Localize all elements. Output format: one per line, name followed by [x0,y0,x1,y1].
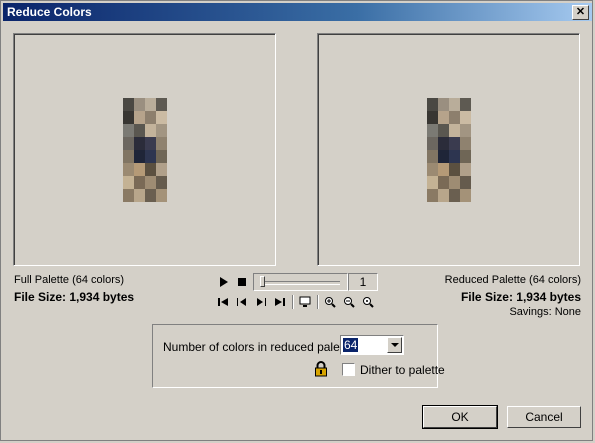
frame-number: 1 [348,273,378,291]
first-frame-button[interactable] [216,295,230,309]
full-palette-label: Full Palette (64 colors) [14,274,125,286]
monitor-icon [299,296,311,307]
slider-track [260,281,340,285]
frame-slider[interactable] [253,273,348,291]
last-frame-icon [275,298,285,306]
preview-monitor-button[interactable] [298,295,312,309]
toolbar-separator [317,295,319,309]
lock-palette-button[interactable] [314,361,328,377]
colors-count-value: 64 [343,338,359,352]
reduced-file-size: File Size: 1,934 bytes [460,290,581,304]
slider-thumb[interactable] [260,276,265,287]
zoom-out-button[interactable] [342,295,356,309]
stop-icon [238,278,246,286]
zoom-in-button[interactable] [323,295,337,309]
zoom-in-icon [325,297,336,308]
dither-checkbox[interactable] [342,363,355,376]
stop-button[interactable] [235,275,249,289]
full-palette-preview [13,33,276,266]
ok-button[interactable]: OK [422,405,498,429]
title-bar[interactable]: Reduce Colors ✕ [3,3,592,21]
preview-image [427,98,471,202]
cancel-button[interactable]: Cancel [507,406,581,428]
chevron-down-icon[interactable] [387,337,402,353]
close-button[interactable]: ✕ [572,5,589,20]
lock-icon [315,361,327,377]
options-group [152,324,438,388]
next-frame-button[interactable] [254,295,268,309]
last-frame-button[interactable] [273,295,287,309]
previous-frame-button[interactable] [235,295,249,309]
play-icon [220,277,228,287]
zoom-actual-button[interactable] [361,295,375,309]
first-frame-icon [218,298,228,306]
play-button[interactable] [217,275,231,289]
full-file-size: File Size: 1,934 bytes [14,290,135,304]
next-frame-icon [257,298,266,306]
previous-frame-icon [237,298,246,306]
zoom-out-icon [344,297,355,308]
toolbar-separator [292,295,294,309]
zoom-actual-icon [363,297,374,308]
savings-label: Savings: None [509,306,581,318]
colors-count-label: Number of colors in reduced palette: [163,340,357,354]
preview-image [123,98,167,202]
colors-count-select[interactable]: 64 [340,335,404,355]
reduced-palette-preview [317,33,580,266]
window-title: Reduce Colors [7,5,92,19]
reduced-palette-label: Reduced Palette (64 colors) [444,274,581,286]
dither-label[interactable]: Dither to palette [360,363,445,377]
